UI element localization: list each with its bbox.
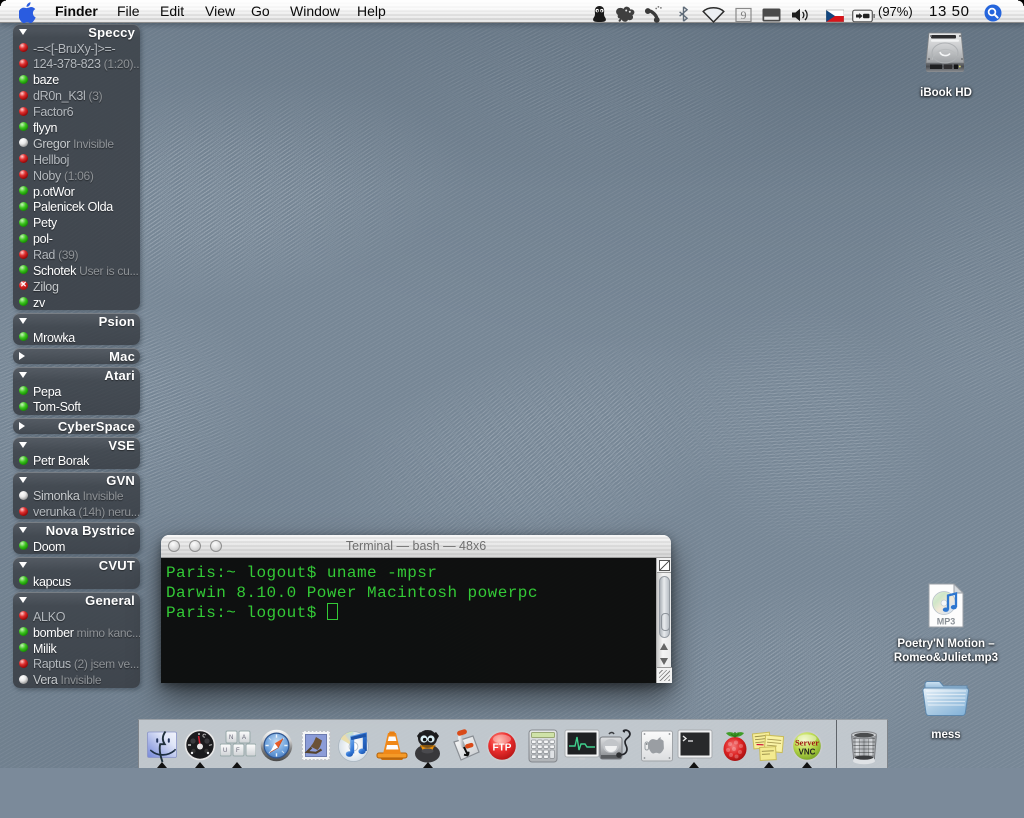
svg-text:A: A [242, 735, 246, 741]
svg-text:Server: Server [795, 738, 819, 748]
svg-text:VNC: VNC [799, 748, 816, 757]
svg-text:N: N [229, 735, 233, 741]
svg-text:9: 9 [741, 8, 747, 22]
svg-text:U: U [223, 748, 227, 754]
svg-text:F: F [236, 748, 240, 754]
svg-text:FTP: FTP [493, 743, 512, 754]
svg-text:MP3: MP3 [937, 617, 956, 627]
